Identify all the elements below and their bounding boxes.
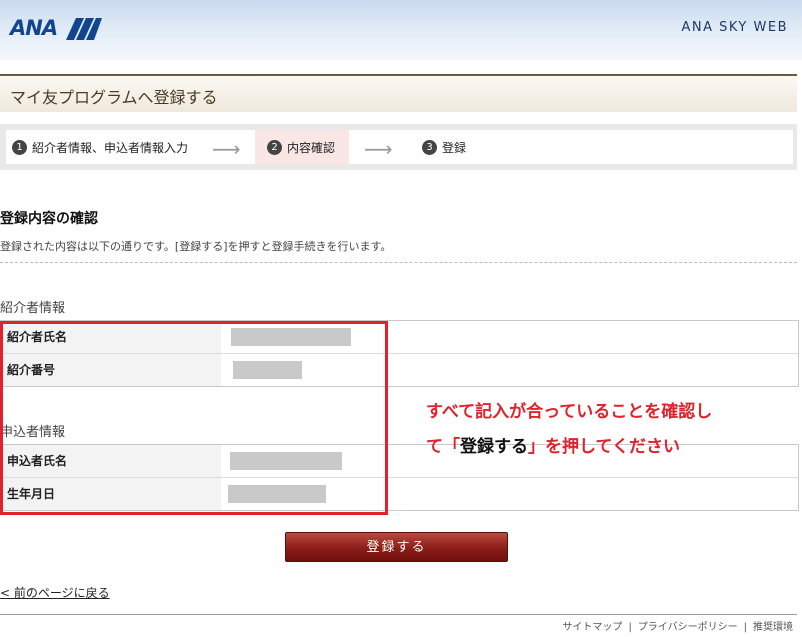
step-label-2: 内容確認 [287, 140, 336, 155]
ana-logo-text: ANA [10, 16, 58, 40]
ana-logo-stripes-icon [66, 18, 102, 40]
annotation-text: て「 [426, 437, 460, 457]
footer-divider [0, 614, 797, 615]
annotation-line-1: すべて記入が合っていることを確認し [426, 402, 713, 422]
step-label-3: 登録 [442, 140, 467, 155]
step-arrow-icon: ⟶ [364, 137, 393, 161]
step-number-3-icon: 3 [422, 139, 437, 155]
site-header: ANA ANA SKY WEB [0, 0, 802, 60]
footer-separator: | [628, 622, 632, 633]
dashed-divider [0, 262, 797, 263]
highlight-box [0, 321, 388, 515]
back-link[interactable]: < 前のページに戻る [0, 584, 110, 601]
confirm-description: 登録された内容は以下の通りです。[登録する]を押すと登録手続きを行います。 [0, 240, 392, 253]
footer-link-sitemap[interactable]: サイトマップ [559, 622, 625, 633]
step-arrow-icon: ⟶ [212, 137, 241, 161]
progress-steps: 1 紹介者情報、申込者情報入力 ⟶ 2 内容確認 ⟶ 3 登録 [0, 124, 797, 170]
footer-link-environment[interactable]: 推奨環境 [750, 622, 796, 633]
step-number-1-icon: 1 [12, 139, 27, 155]
page-title: マイ友プログラムへ登録する [10, 88, 218, 107]
ana-logo[interactable]: ANA [10, 14, 102, 42]
confirm-heading: 登録内容の確認 [0, 211, 98, 227]
step-1: 1 紹介者情報、申込者情報入力 [12, 130, 188, 164]
register-button[interactable]: 登録する [285, 532, 508, 562]
footer-separator: | [743, 622, 747, 633]
footer-link-privacy[interactable]: プライバシーポリシー [635, 622, 741, 633]
footer-links: サイトマップ | プライバシーポリシー | 推奨環境 [559, 618, 796, 633]
annotation-bold-text: 登録する [460, 437, 528, 457]
step-2-active: 2 内容確認 [255, 130, 350, 164]
annotation-line-2: て「登録する」を押してください [426, 432, 680, 457]
step-number-2-icon: 2 [267, 139, 282, 155]
introducer-heading: 紹介者情報 [0, 301, 66, 316]
step-3: 3 登録 [422, 130, 466, 164]
ana-sky-web-brand[interactable]: ANA SKY WEB [681, 20, 788, 35]
step-label-1: 紹介者情報、申込者情報入力 [32, 140, 189, 155]
page-title-bar: マイ友プログラムへ登録する [0, 74, 797, 112]
annotation-text: 」を押してください [528, 437, 680, 457]
